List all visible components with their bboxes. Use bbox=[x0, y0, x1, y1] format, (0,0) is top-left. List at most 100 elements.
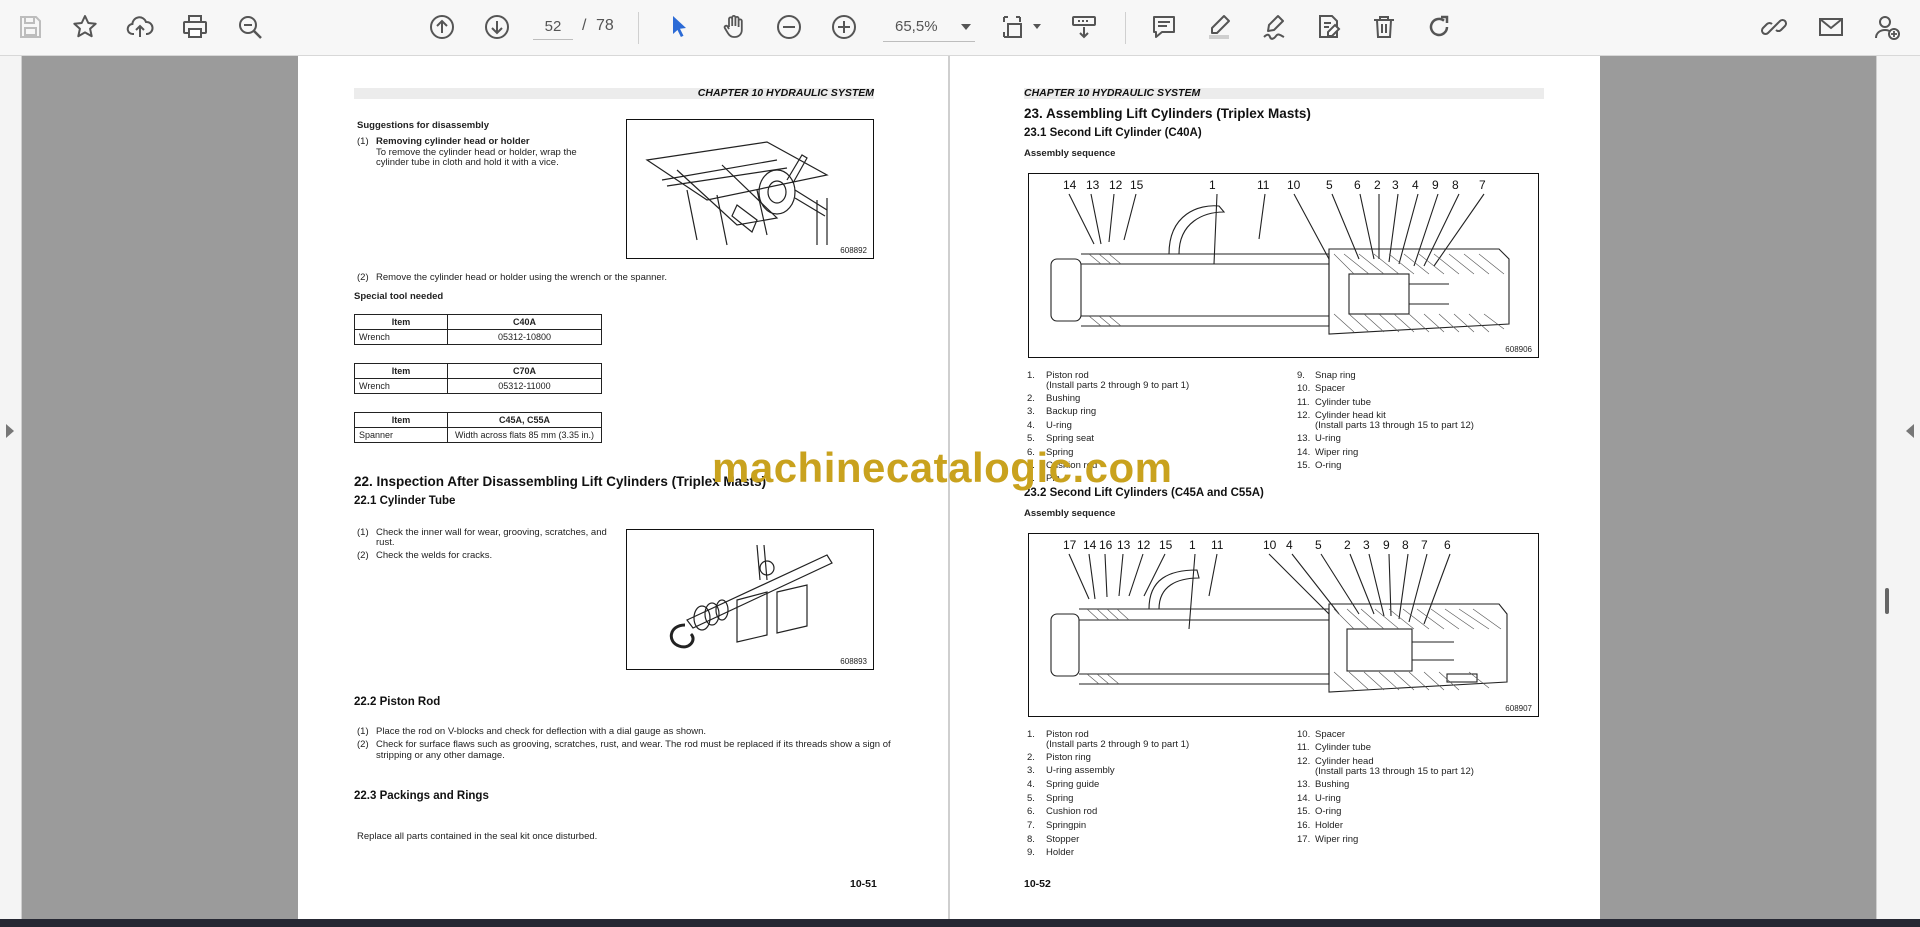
list-item: U-ring assembly bbox=[1046, 765, 1115, 776]
select-cursor-icon bbox=[673, 16, 686, 37]
sign-icon bbox=[1263, 15, 1285, 40]
list-item: Spacer bbox=[1315, 729, 1346, 740]
bookmark-button[interactable] bbox=[68, 10, 102, 44]
list-item-note: (Install parts 13 through 15 to part 12) bbox=[1315, 420, 1474, 431]
step-number: (1) bbox=[357, 136, 369, 147]
edit-pdf-button[interactable] bbox=[1312, 10, 1346, 44]
subsection-heading: 22.3 Packings and Rings bbox=[354, 790, 489, 802]
chevron-down-icon[interactable] bbox=[1033, 24, 1041, 29]
rotate-icon bbox=[1429, 15, 1449, 37]
right-panel-toggle[interactable] bbox=[1876, 56, 1920, 919]
table-cell: Width across flats 85 mm (3.35 in.) bbox=[447, 427, 602, 443]
list-item: Stopper bbox=[1046, 834, 1080, 845]
share-link-button[interactable] bbox=[1757, 10, 1791, 44]
page-number: 10-52 bbox=[1024, 878, 1051, 890]
list-item-number: 3. bbox=[1027, 765, 1035, 776]
chevron-left-icon[interactable] bbox=[1906, 424, 1914, 438]
subsection-heading: 22.1 Cylinder Tube bbox=[354, 495, 456, 507]
print-button[interactable] bbox=[178, 10, 212, 44]
list-item-number: 13. bbox=[1297, 779, 1311, 790]
list-item: Snap ring bbox=[1315, 370, 1356, 381]
delete-button[interactable] bbox=[1367, 10, 1401, 44]
step-number: (2) bbox=[357, 550, 369, 561]
sign-button[interactable] bbox=[1257, 10, 1291, 44]
list-item: Springpin bbox=[1046, 820, 1087, 831]
cylinder-cross-section bbox=[1050, 193, 1510, 335]
rotate-button[interactable] bbox=[1422, 10, 1456, 44]
list-item: Spacer bbox=[1315, 383, 1346, 394]
highlight-pen-icon bbox=[1209, 15, 1230, 39]
zoom-search-icon bbox=[239, 16, 262, 39]
list-item: U-ring bbox=[1046, 420, 1072, 431]
subsection-heading: 22.2 Piston Rod bbox=[354, 696, 441, 708]
special-tool-table: Item C40A Wrench 05312-10800 bbox=[354, 314, 602, 345]
next-page-button[interactable] bbox=[480, 10, 514, 44]
chevron-right-icon[interactable] bbox=[6, 424, 14, 438]
bookmark-star-icon bbox=[73, 15, 97, 38]
list-item-number: 2. bbox=[1027, 393, 1035, 404]
toolbar-divider bbox=[638, 12, 639, 44]
table-cell: Wrench bbox=[354, 329, 448, 345]
fit-page-icon bbox=[1003, 16, 1022, 38]
comment-button[interactable] bbox=[1147, 10, 1181, 44]
upload-cloud-icon bbox=[126, 16, 154, 37]
fit-page-button[interactable] bbox=[995, 10, 1029, 44]
prev-page-button[interactable] bbox=[425, 10, 459, 44]
email-button[interactable] bbox=[1814, 10, 1848, 44]
list-item-number: 5. bbox=[1027, 793, 1035, 804]
save-button[interactable] bbox=[13, 10, 47, 44]
left-panel-toggle[interactable] bbox=[0, 56, 22, 919]
figure-number: 608906 bbox=[1505, 345, 1532, 354]
list-item: O-ring bbox=[1315, 460, 1342, 471]
step-text: Place the rod on V-blocks and check for … bbox=[376, 726, 707, 737]
list-item: Spring bbox=[1046, 793, 1074, 804]
cylinder-cross-section bbox=[1050, 553, 1508, 693]
dial-gauge-illustration bbox=[669, 544, 833, 649]
zoom-in-icon bbox=[832, 15, 856, 39]
list-item-number: 16. bbox=[1297, 820, 1311, 831]
highlight-button[interactable] bbox=[1202, 10, 1236, 44]
upload-button[interactable] bbox=[123, 10, 157, 44]
hand-tool-button[interactable] bbox=[717, 10, 751, 44]
figure-dial-gauge: 608893 bbox=[626, 529, 874, 670]
list-item: Cylinder tube bbox=[1315, 397, 1371, 408]
list-item-number: 8. bbox=[1027, 834, 1035, 845]
toolbar: / 78 65,5% bbox=[0, 0, 1920, 56]
add-user-icon bbox=[1875, 16, 1900, 40]
table-cell: Wrench bbox=[354, 378, 448, 394]
email-icon bbox=[1819, 18, 1843, 36]
zoom-out-button[interactable] bbox=[772, 10, 806, 44]
scrollbar-thumb[interactable] bbox=[1885, 588, 1889, 614]
step-text: stripping or any other damage. bbox=[376, 750, 505, 761]
page-separator: / bbox=[582, 17, 587, 34]
step-text: Check the inner wall for wear, grooving,… bbox=[376, 527, 607, 538]
edit-pdf-icon bbox=[1319, 15, 1341, 38]
zoom-search-button[interactable] bbox=[233, 10, 267, 44]
add-user-button[interactable] bbox=[1870, 10, 1904, 44]
subsection-heading: 23.1 Second Lift Cylinder (C40A) bbox=[1024, 127, 1202, 139]
list-item-number: 14. bbox=[1297, 447, 1311, 458]
step-number: (1) bbox=[357, 527, 369, 538]
page-number-input[interactable] bbox=[533, 14, 573, 40]
list-item-number: 4. bbox=[1027, 779, 1035, 790]
list-item: U-ring bbox=[1315, 433, 1341, 444]
next-page-icon bbox=[485, 15, 509, 39]
list-item-number: 2. bbox=[1027, 752, 1035, 763]
list-item-number: 10. bbox=[1297, 383, 1311, 394]
list-item-number: 7. bbox=[1027, 820, 1035, 831]
scroll-mode-button[interactable] bbox=[1067, 10, 1101, 44]
select-tool-button[interactable] bbox=[662, 10, 696, 44]
list-item-number: 12. bbox=[1297, 756, 1311, 767]
list-item: Piston ring bbox=[1046, 752, 1091, 763]
figure-c45a-c55a-cylinder: 17 14 16 13 12 15 1 11 10 4 5 2 3 9 8 7 … bbox=[1028, 533, 1539, 717]
vice-wrench-illustration bbox=[645, 141, 829, 246]
zoom-select[interactable]: 65,5% bbox=[883, 14, 975, 42]
save-icon bbox=[20, 16, 41, 38]
list-item: U-ring bbox=[1315, 793, 1341, 804]
zoom-in-button[interactable] bbox=[827, 10, 861, 44]
list-item: Cylinder tube bbox=[1315, 742, 1371, 753]
list-item: Holder bbox=[1315, 820, 1343, 831]
share-link-icon bbox=[1760, 18, 1788, 36]
table-cell: 05312-11000 bbox=[447, 378, 602, 394]
assembly-sequence-label: Assembly sequence bbox=[1024, 148, 1116, 159]
